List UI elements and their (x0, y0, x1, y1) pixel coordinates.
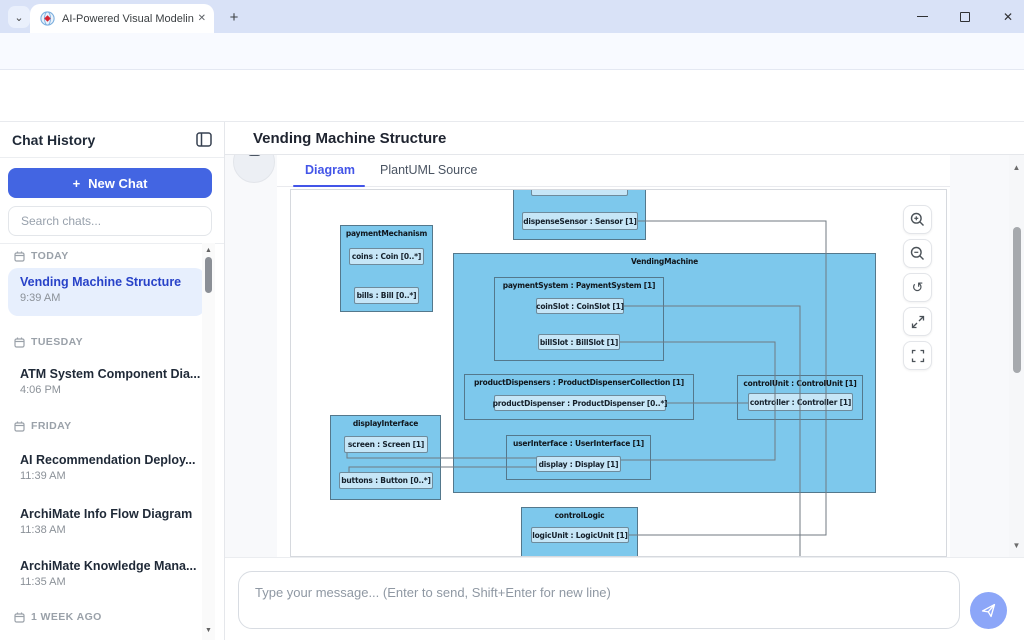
sidebar-title: Chat History (12, 132, 95, 148)
conversation-header: Vending Machine Structure (225, 122, 1024, 155)
chat-history-item[interactable]: AI Recommendation Deploy... 11:39 AM (8, 446, 205, 494)
paper-plane-icon (980, 602, 997, 619)
scroll-up-icon[interactable]: ▲ (202, 247, 215, 254)
chat-message-area: Diagram PlantUML Source dispenseSensor :… (225, 155, 1024, 557)
tab-title: AI-Powered Visual Modeling Ch (62, 13, 194, 25)
tab-diagram[interactable]: Diagram (305, 163, 355, 177)
uml-diagram-canvas[interactable]: dispenseSensor : Sensor [1] paymentMecha… (290, 189, 947, 557)
chat-scrollbar-thumb[interactable] (1013, 227, 1021, 373)
maximize-icon (960, 12, 970, 22)
calendar-icon (14, 337, 25, 348)
collapse-panel-icon[interactable] (196, 132, 212, 147)
tab-close-icon[interactable]: ✕ (198, 13, 206, 24)
zoom-in-button[interactable] (903, 205, 932, 234)
fullscreen-button[interactable] (903, 341, 932, 370)
tab-plantuml-source[interactable]: PlantUML Source (380, 163, 478, 177)
chat-history-item[interactable]: ATM System Component Dia... 4:06 PM (8, 360, 205, 408)
uml-part-bills: bills : Bill [0..*] (354, 287, 419, 304)
chat-history-item[interactable]: ArchiMate Info Flow Diagram 11:38 AM (8, 500, 205, 548)
message-input[interactable] (238, 571, 960, 629)
browser-toolbar: ← → ↻ ai-toolbox.visual-paradigm.com/app… (0, 33, 1024, 70)
new-chat-button[interactable]: + New Chat (8, 168, 212, 198)
uml-part-coins: coins : Coin [0..*] (349, 248, 424, 265)
reset-view-button[interactable]: ↺ (903, 273, 932, 302)
window-minimize-button[interactable] (905, 4, 939, 29)
uml-part-logic-unit: logicUnit : LogicUnit [1] (531, 527, 629, 543)
search-chats-input[interactable] (8, 206, 212, 236)
window-glyph-icon (248, 155, 261, 156)
calendar-icon (14, 612, 25, 623)
calendar-icon (14, 251, 25, 262)
uml-part-dispense-sensor: dispenseSensor : Sensor [1] (522, 212, 638, 230)
assistant-message-card: Diagram PlantUML Source dispenseSensor :… (277, 155, 950, 557)
window-close-button[interactable]: ✕ (991, 4, 1024, 29)
sidebar-divider (0, 243, 224, 244)
conversation-title: Vending Machine Structure (253, 130, 446, 147)
sidebar-header: Chat History (0, 122, 224, 158)
uml-part-coin-slot: coinSlot : CoinSlot [1] (536, 298, 624, 314)
message-input-area (225, 557, 1024, 640)
chat-history-item[interactable]: Vending Machine Structure 9:39 AM (8, 268, 205, 316)
window-maximize-button[interactable] (948, 4, 982, 29)
expand-button[interactable] (903, 307, 932, 336)
uml-part-controller: controller : Controller [1] (748, 393, 853, 411)
tab-favicon-vp-logo (40, 11, 55, 26)
calendar-icon (14, 421, 25, 432)
section-label-friday: FRIDAY (14, 420, 72, 432)
sidebar-scrollbar-thumb[interactable] (205, 257, 212, 293)
sidebar-scrollbar[interactable]: ▲ ▼ (202, 243, 215, 640)
chat-scrollbar[interactable]: ▲ ▼ (1009, 155, 1024, 557)
chat-history-sidebar: Chat History + New Chat TODAY Vending Ma… (0, 122, 225, 640)
scroll-top-button[interactable] (233, 155, 275, 183)
browser-tab[interactable]: AI-Powered Visual Modeling Ch ✕ (30, 4, 214, 33)
chat-history-item[interactable]: ArchiMate Knowledge Mana... 11:35 AM (8, 552, 205, 600)
plus-icon: + (73, 176, 81, 191)
section-label-tuesday: TUESDAY (14, 336, 83, 348)
scroll-down-icon[interactable]: ▼ (202, 627, 215, 634)
tab-search-chevron-icon[interactable]: ⌄ (8, 6, 30, 28)
send-button[interactable] (970, 592, 1007, 629)
browser-tab-strip: ⌄ AI-Powered Visual Modeling Ch ✕ + ✕ (0, 0, 1024, 33)
active-tab-underline (293, 185, 365, 187)
new-tab-button[interactable]: + (224, 7, 244, 27)
uml-part-display: display : Display [1] (536, 456, 621, 472)
scroll-up-icon[interactable]: ▲ (1009, 163, 1024, 172)
uml-part-bill-slot: billSlot : BillSlot [1] (538, 334, 620, 350)
section-label-week-ago: 1 WEEK AGO (14, 611, 102, 623)
minimize-icon (917, 16, 928, 17)
zoom-out-button[interactable] (903, 239, 932, 268)
uml-part-product-dispenser: productDispenser : ProductDispenser [0..… (494, 395, 666, 411)
uml-part-buttons: buttons : Button [0..*] (339, 472, 433, 489)
uml-part-clipped (531, 189, 628, 196)
diagram-tabs: Diagram PlantUML Source (277, 155, 950, 187)
scroll-down-icon[interactable]: ▼ (1009, 541, 1024, 550)
uml-part-screen: screen : Screen [1] (344, 436, 428, 453)
app-header: Chatbot Powered by Visual Paradigm More … (0, 70, 1024, 122)
section-label-today: TODAY (14, 250, 69, 262)
